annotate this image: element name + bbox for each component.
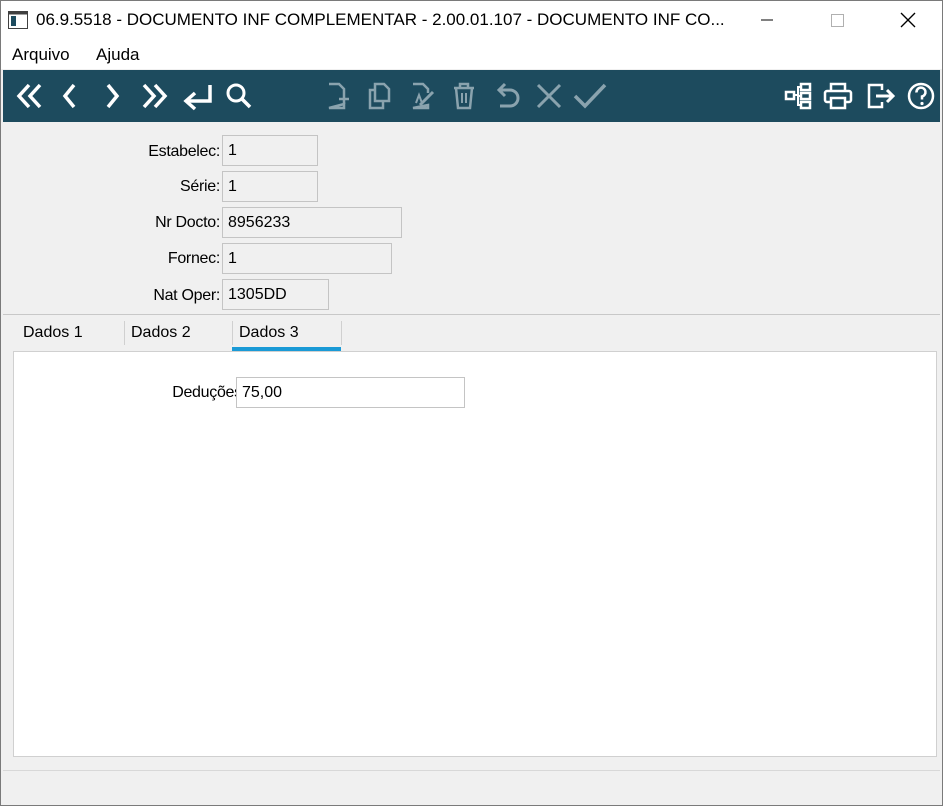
help-icon — [907, 82, 935, 110]
help-button[interactable] — [902, 76, 940, 116]
minimize-button[interactable] — [744, 1, 790, 39]
maximize-button[interactable] — [814, 1, 860, 39]
fornec-field[interactable] — [222, 243, 392, 274]
exit-button[interactable] — [862, 76, 900, 116]
new-document-icon — [328, 82, 349, 110]
previous-record-button[interactable] — [51, 76, 89, 116]
app-window-icon — [8, 11, 28, 29]
search-icon — [226, 83, 252, 109]
main-window: 06.9.5518 - DOCUMENTO INF COMPLEMENTAR -… — [0, 0, 943, 806]
close-button[interactable] — [885, 1, 931, 39]
title-bar[interactable]: 06.9.5518 - DOCUMENTO INF COMPLEMENTAR -… — [1, 1, 942, 39]
menu-arquivo[interactable]: Arquivo — [12, 45, 70, 65]
tab-label: Dados 1 — [23, 324, 83, 341]
confirm-button[interactable] — [571, 76, 609, 116]
print-button[interactable] — [819, 76, 857, 116]
menu-ajuda[interactable]: Ajuda — [96, 45, 139, 65]
edit-document-button[interactable] — [403, 76, 441, 116]
first-record-icon — [16, 83, 42, 109]
goto-icon — [183, 85, 212, 111]
cancel-button[interactable] — [530, 76, 568, 116]
last-record-icon — [142, 83, 168, 109]
print-icon — [823, 82, 853, 110]
previous-record-icon — [62, 83, 76, 109]
nat-oper-label: Nat Oper: — [153, 287, 220, 304]
delete-icon — [454, 82, 474, 110]
deducoes-label: Deduções: — [172, 384, 246, 401]
nat-oper-field[interactable] — [222, 279, 329, 310]
first-record-button[interactable] — [11, 76, 49, 116]
new-document-button[interactable] — [319, 76, 357, 116]
menu-bar: Arquivo Ajuda — [1, 39, 942, 69]
confirm-icon — [573, 83, 607, 109]
tab-separator — [341, 321, 342, 345]
tab-dados-2[interactable]: Dados 2 — [123, 315, 231, 351]
fornec-label: Fornec: — [167, 250, 220, 267]
copy-document-icon — [368, 82, 391, 110]
hierarchy-button[interactable] — [779, 76, 817, 116]
estabelec-field[interactable] — [222, 135, 318, 166]
cancel-icon — [536, 83, 562, 109]
tab-label: Dados 2 — [131, 324, 191, 341]
hierarchy-icon — [784, 82, 812, 110]
next-record-button[interactable] — [93, 76, 131, 116]
exit-icon — [867, 83, 896, 109]
last-record-button[interactable] — [135, 76, 173, 116]
tab-bar: Dados 1 Dados 2 Dados 3 — [3, 315, 940, 353]
undo-icon — [496, 82, 520, 108]
tab-dados-1[interactable]: Dados 1 — [15, 315, 123, 351]
delete-button[interactable] — [445, 76, 483, 116]
tab-content-panel: Deduções: — [13, 351, 937, 757]
tab-label: Dados 3 — [239, 324, 299, 341]
close-icon — [900, 12, 916, 28]
maximize-icon — [830, 13, 844, 27]
search-button[interactable] — [220, 76, 258, 116]
status-bar — [3, 770, 940, 805]
copy-document-button[interactable] — [361, 76, 399, 116]
toolbar — [3, 70, 940, 122]
minimize-icon — [761, 19, 773, 21]
next-record-icon — [106, 83, 120, 109]
edit-document-icon — [412, 82, 435, 110]
tab-dados-3[interactable]: Dados 3 — [231, 315, 340, 351]
window-title: 06.9.5518 - DOCUMENTO INF COMPLEMENTAR -… — [36, 10, 725, 29]
undo-button[interactable] — [488, 76, 526, 116]
nr-docto-field[interactable] — [222, 207, 402, 238]
nr-docto-label: Nr Docto: — [155, 214, 220, 231]
goto-button[interactable] — [179, 76, 217, 116]
deducoes-field[interactable] — [236, 377, 465, 408]
serie-field[interactable] — [222, 171, 318, 202]
estabelec-label: Estabelec: — [148, 143, 220, 160]
serie-label: Série: — [180, 178, 220, 195]
